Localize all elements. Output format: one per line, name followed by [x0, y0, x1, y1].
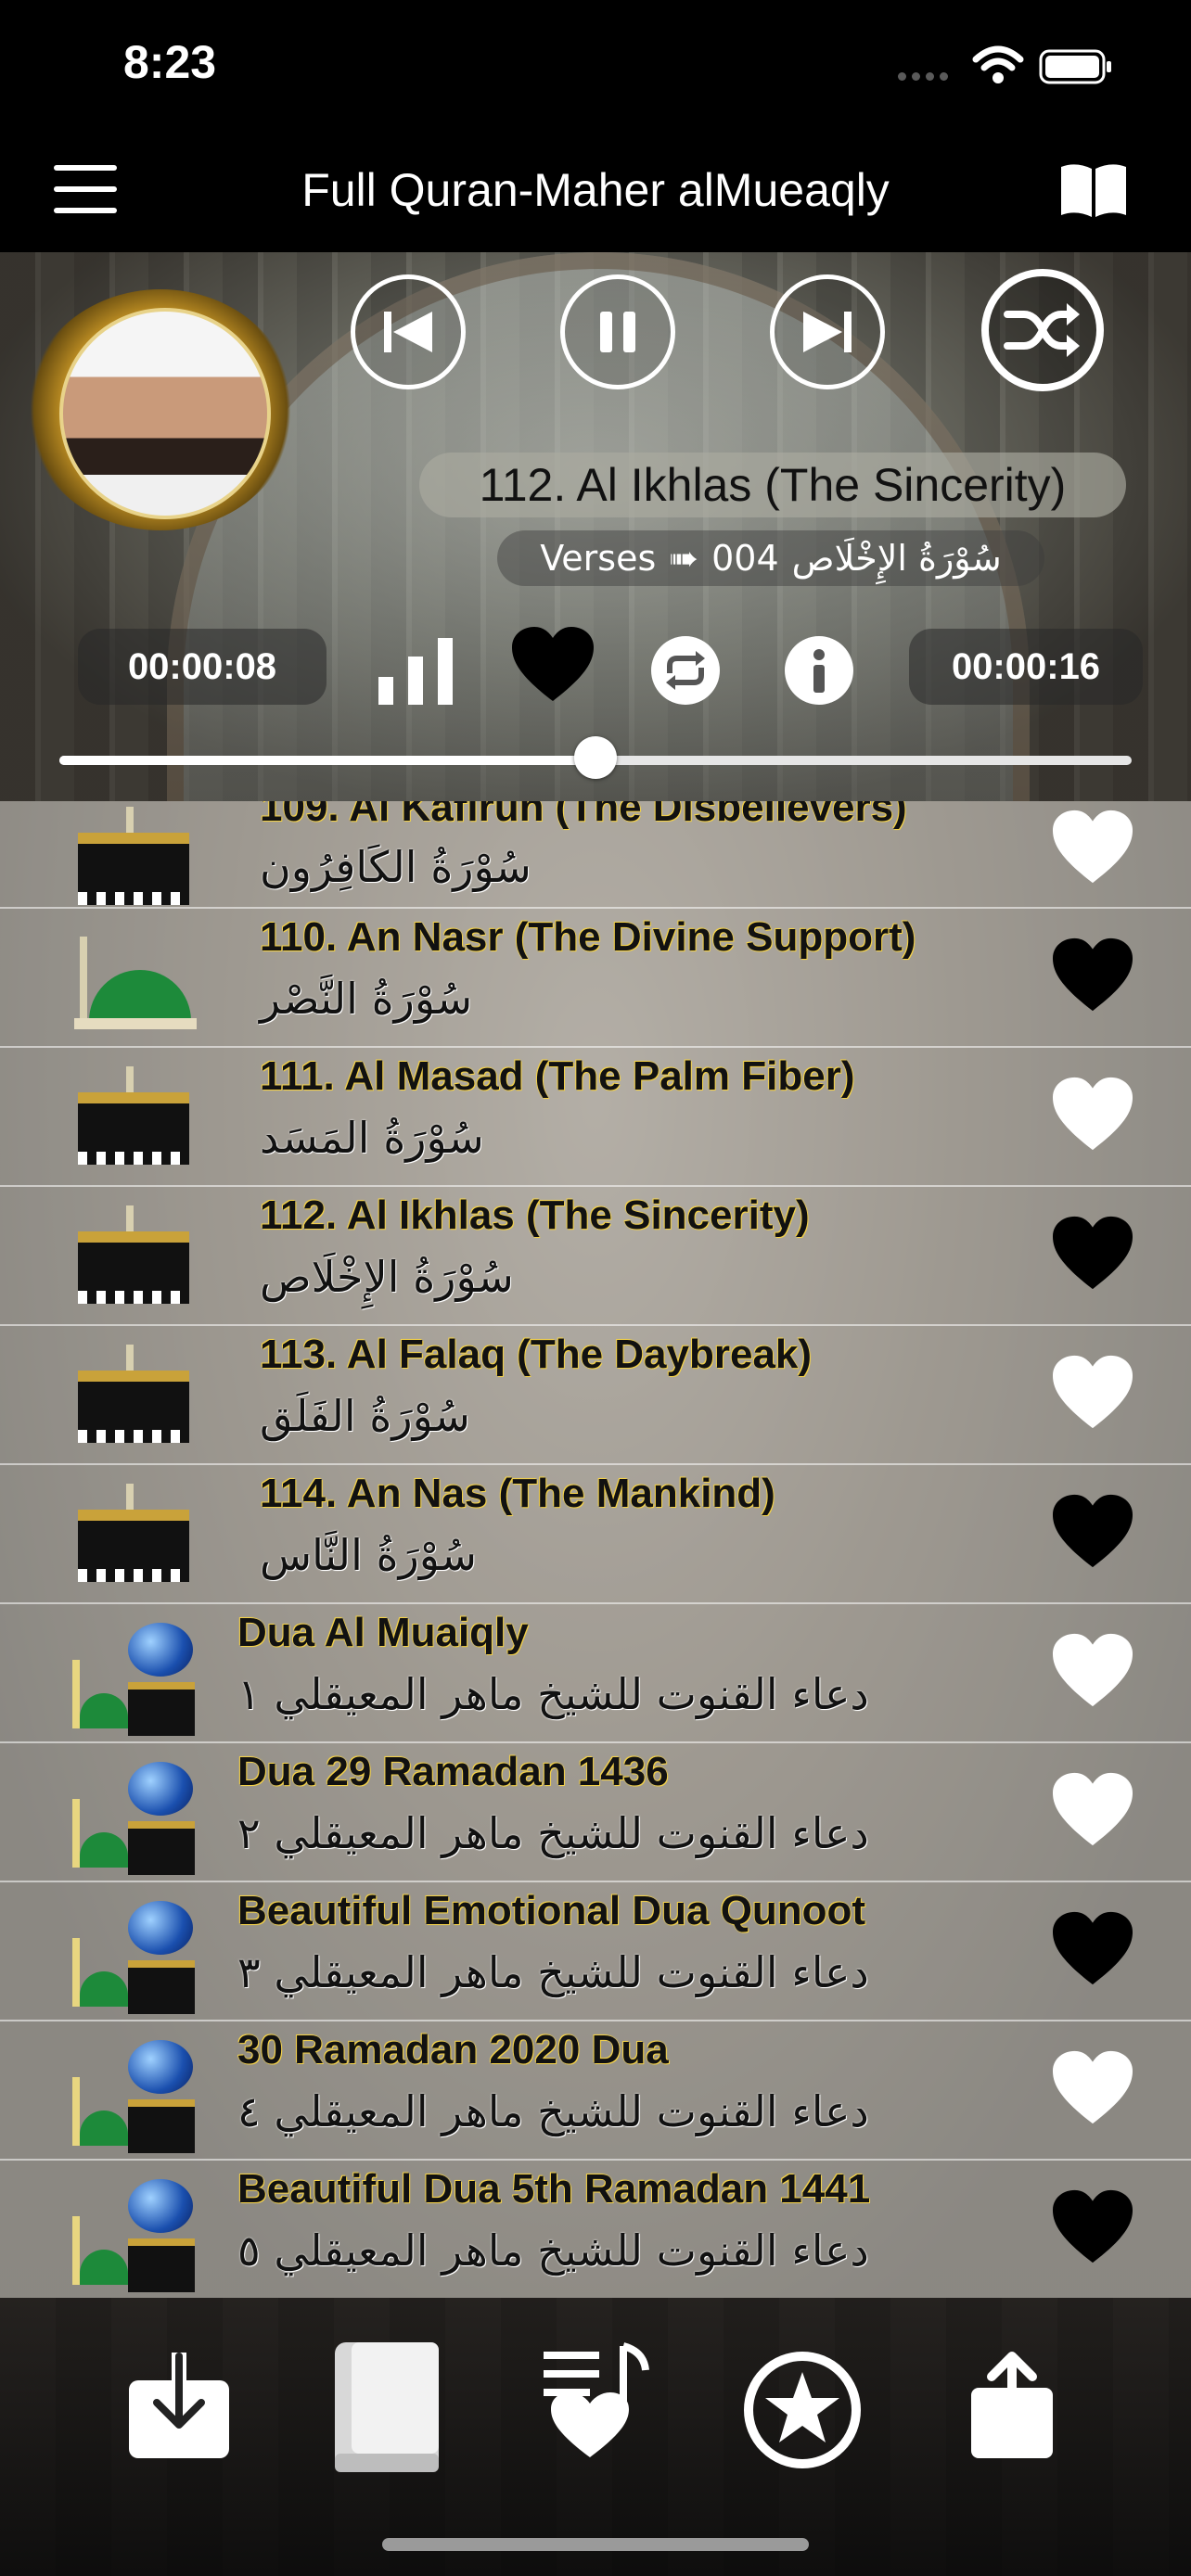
- list-item[interactable]: Beautiful Dua 5th Ramadan 1441 دعاء القنو…: [0, 2161, 1191, 2298]
- list-item-arabic: سُوْرَةُ الكَافِرُون: [260, 842, 531, 892]
- list-item-arabic: سُوْرَةُ الإِخْلَاص: [260, 1252, 514, 1302]
- cellular-signal-icon: [898, 67, 954, 84]
- reciter-avatar: [59, 308, 271, 519]
- list-item[interactable]: 112. Al Ikhlas (The Sincerity) سُوْرَةُ ا…: [0, 1187, 1191, 1326]
- list-item-title: 114. An Nas (The Mankind): [260, 1471, 775, 1516]
- dua-thumbnail: [70, 1623, 197, 1736]
- list-item[interactable]: 30 Ramadan 2020 Dua دعاء القنوت للشيخ ماه…: [0, 2021, 1191, 2161]
- list-item-title: Dua Al Muaiqly: [237, 1610, 529, 1655]
- verses-label: Verses: [540, 538, 657, 579]
- list-item-arabic: سُوْرَةُ المَسَد: [260, 1113, 484, 1163]
- equalizer-icon[interactable]: [375, 634, 464, 708]
- dua-thumbnail: [70, 2179, 197, 2292]
- shuffle-icon: [1004, 303, 1080, 357]
- list-item-arabic: دعاء القنوت للشيخ ماهر المعيقلي ٥: [237, 2225, 869, 2276]
- favorites-button[interactable]: [742, 2350, 863, 2470]
- wifi-icon: [972, 45, 1024, 83]
- total-time: 00:00:16: [909, 629, 1143, 705]
- list-item-arabic: دعاء القنوت للشيخ ماهر المعيقلي ٢: [237, 1808, 869, 1858]
- list-item-title: 30 Ramadan 2020 Dua: [237, 2027, 669, 2072]
- heart-icon[interactable]: [1048, 1630, 1137, 1712]
- green-dome-thumbnail: [70, 927, 197, 1029]
- list-item-title: Beautiful Dua 5th Ramadan 1441: [237, 2166, 871, 2212]
- heart-icon[interactable]: [1048, 1074, 1137, 1155]
- heart-filled-icon[interactable]: [1048, 1908, 1137, 1990]
- pause-button[interactable]: [560, 274, 675, 389]
- battery-icon: [1039, 49, 1111, 84]
- kaaba-thumbnail: [70, 1066, 197, 1168]
- arrow-icon: ➠: [669, 538, 699, 579]
- list-item[interactable]: 109. Al Kafirun (The Disbelievers) سُوْرَ…: [0, 801, 1191, 909]
- repeat-icon[interactable]: [649, 634, 722, 707]
- heart-icon[interactable]: [1048, 2047, 1137, 2129]
- list-item[interactable]: Beautiful Emotional Dua Qunoot دعاء القنو…: [0, 1882, 1191, 2021]
- heart-icon[interactable]: [1048, 1352, 1137, 1434]
- list-item[interactable]: Dua 29 Ramadan 1436 دعاء القنوت للشيخ ماه…: [0, 1743, 1191, 1882]
- dua-thumbnail: [70, 1901, 197, 2014]
- share-button[interactable]: [952, 2346, 1072, 2467]
- list-item-title: 110. An Nasr (The Divine Support): [260, 914, 916, 960]
- status-time: 8:23: [123, 36, 217, 88]
- heart-icon[interactable]: [1048, 1769, 1137, 1851]
- elapsed-time: 00:00:08: [78, 629, 327, 705]
- kaaba-thumbnail: [70, 807, 197, 909]
- list-item-title: Dua 29 Ramadan 1436: [237, 1749, 669, 1794]
- kaaba-thumbnail: [70, 1205, 197, 1307]
- home-indicator: [382, 2538, 809, 2551]
- surah-list[interactable]: 109. Al Kafirun (The Disbelievers) سُوْرَ…: [0, 801, 1191, 2298]
- dua-thumbnail: [70, 2040, 197, 2153]
- shuffle-button[interactable]: [981, 269, 1104, 391]
- heart-filled-icon[interactable]: [1048, 1491, 1137, 1573]
- list-item-arabic: دعاء القنوت للشيخ ماهر المعيقلي ٣: [237, 1947, 869, 1997]
- playlist-button[interactable]: [534, 2342, 655, 2463]
- list-item[interactable]: 110. An Nasr (The Divine Support) سُوْرَة…: [0, 909, 1191, 1048]
- verses-info: Verses ➠ 004 سُوْرَةُ الإِخْلَاص: [497, 530, 1044, 586]
- list-item[interactable]: 113. Al Falaq (The Daybreak) سُوْرَةُ الف…: [0, 1326, 1191, 1465]
- heart-filled-icon[interactable]: [1048, 2187, 1137, 2268]
- list-item-title: Beautiful Emotional Dua Qunoot: [237, 1888, 866, 1933]
- share-icon: [971, 2352, 1053, 2458]
- list-item-title: 111. Al Masad (The Palm Fiber): [260, 1053, 855, 1099]
- download-icon: [129, 2353, 229, 2458]
- kaaba-thumbnail: [70, 1345, 197, 1447]
- favorites-star-icon: [744, 2352, 861, 2468]
- list-item-title: 109. Al Kafirun (The Disbelievers): [260, 801, 907, 830]
- list-item[interactable]: Dua Al Muaiqly دعاء القنوت للشيخ ماهر الم…: [0, 1604, 1191, 1743]
- menu-icon[interactable]: [54, 165, 117, 217]
- skip-forward-icon: [803, 312, 852, 352]
- list-item-title: 113. Al Falaq (The Daybreak): [260, 1332, 813, 1377]
- list-item-arabic: دعاء القنوت للشيخ ماهر المعيقلي ٤: [237, 2086, 869, 2136]
- kaaba-thumbnail: [70, 1484, 197, 1586]
- quran-book-button[interactable]: [327, 2337, 447, 2476]
- heart-icon[interactable]: [1048, 807, 1137, 888]
- now-playing-title: 112. Al Ikhlas (The Sincerity): [479, 459, 1067, 511]
- previous-button[interactable]: [351, 274, 466, 389]
- dua-thumbnail: [70, 1762, 197, 1875]
- progress-fill: [59, 756, 596, 765]
- pause-icon: [600, 312, 635, 352]
- surah-arabic-name: سُوْرَةُ الإِخْلَاص: [791, 538, 1002, 579]
- heart-filled-icon[interactable]: [1048, 935, 1137, 1016]
- favorite-heart-icon[interactable]: [508, 623, 597, 707]
- next-button[interactable]: [770, 274, 885, 389]
- info-icon[interactable]: [783, 634, 855, 707]
- list-item-arabic: سُوْرَةُ النَّاس: [260, 1530, 478, 1580]
- list-item-arabic: دعاء القنوت للشيخ ماهر المعيقلي ١: [237, 1669, 869, 1719]
- heart-filled-icon[interactable]: [1048, 1213, 1137, 1294]
- list-item[interactable]: 114. An Nas (The Mankind) سُوْرَةُ النَّا…: [0, 1465, 1191, 1604]
- now-playing-title-pill: 112. Al Ikhlas (The Sincerity): [419, 453, 1126, 517]
- quran-book-icon: [335, 2342, 439, 2472]
- list-item[interactable]: 111. Al Masad (The Palm Fiber) سُوْرَةُ ا…: [0, 1048, 1191, 1187]
- list-item-arabic: سُوْرَةُ النَّصْر: [260, 974, 473, 1024]
- list-item-arabic: سُوْرَةُ الفَلَق: [260, 1391, 470, 1441]
- download-button[interactable]: [119, 2348, 239, 2468]
- verses-count: 004: [711, 538, 779, 579]
- page-title: Full Quran-Maher alMueaqly: [301, 164, 890, 216]
- book-icon[interactable]: [1057, 159, 1130, 221]
- list-item-title: 112. Al Ikhlas (The Sincerity): [260, 1192, 810, 1238]
- playlist-heart-icon: [544, 2342, 649, 2457]
- progress-slider-knob[interactable]: [574, 736, 617, 779]
- skip-back-icon: [384, 312, 432, 352]
